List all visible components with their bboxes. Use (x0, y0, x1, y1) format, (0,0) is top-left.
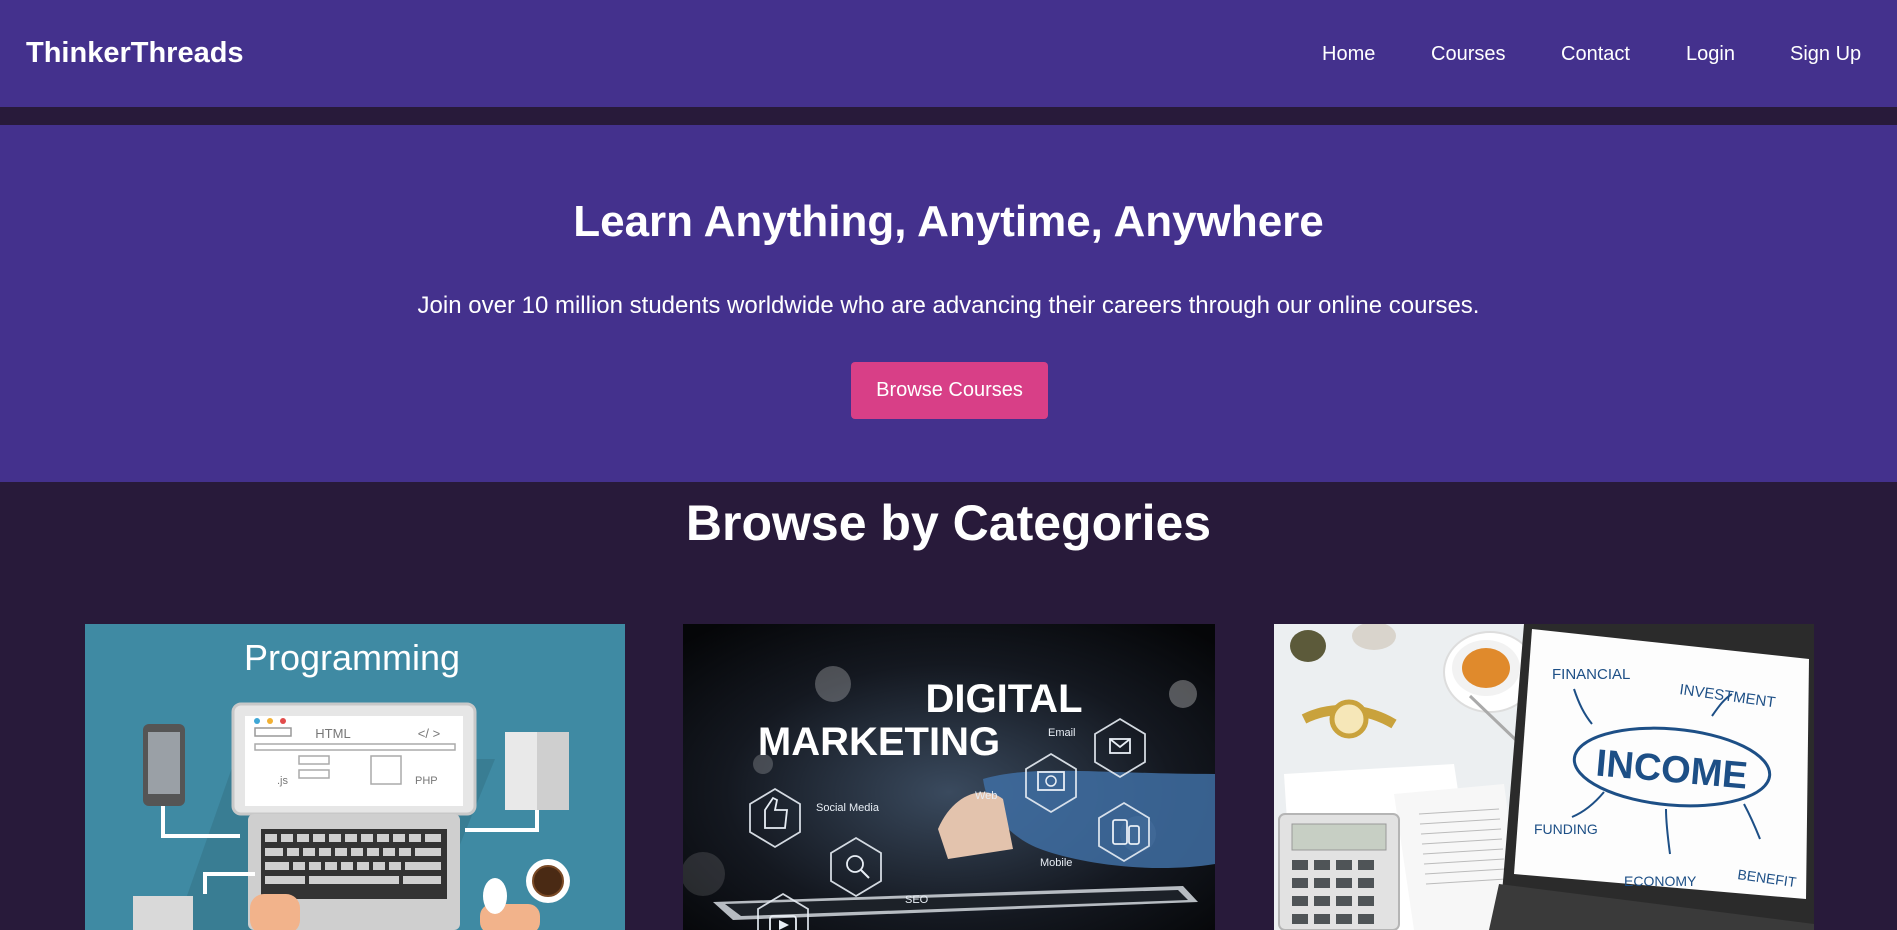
category-card-digital-marketing[interactable]: DIGITAL MARKETING Email Social Media Web… (683, 624, 1215, 930)
svg-text:PHP: PHP (415, 775, 438, 787)
svg-text:SEO: SEO (905, 894, 929, 906)
digital-image-text: DIGITAL (925, 677, 1082, 721)
category-card-programming[interactable]: Programming HTML </ > .js PHP (85, 624, 625, 930)
svg-text:FINANCIAL: FINANCIAL (1552, 666, 1630, 683)
programming-illustration: Programming HTML </ > .js PHP (85, 624, 625, 930)
svg-text:Web: Web (975, 790, 997, 802)
brand-logo[interactable]: ThinkerThreads (26, 37, 244, 70)
svg-text:.js: .js (277, 775, 289, 787)
browse-courses-button[interactable]: Browse Courses (851, 362, 1048, 419)
marketing-image-text: MARKETING (758, 720, 1000, 764)
nav-home[interactable]: Home (1322, 43, 1375, 66)
nav-courses[interactable]: Courses (1431, 43, 1505, 66)
finance-illustration: INCOME FINANCIAL INVESTMENT FUNDING ECON… (1274, 624, 1814, 930)
svg-text:Social Media: Social Media (816, 802, 880, 814)
nav-contact[interactable]: Contact (1561, 43, 1630, 66)
digital-marketing-illustration: DIGITAL MARKETING Email Social Media Web… (683, 624, 1215, 930)
nav-login[interactable]: Login (1686, 43, 1735, 66)
svg-text:Mobile: Mobile (1040, 857, 1072, 869)
programming-image-text: Programming (244, 637, 460, 678)
svg-text:ECONOMY: ECONOMY (1624, 873, 1697, 889)
hero-title: Learn Anything, Anytime, Anywhere (573, 197, 1324, 246)
categories-title: Browse by Categories (685, 495, 1212, 551)
nav-signup[interactable]: Sign Up (1790, 43, 1861, 66)
svg-text:Email: Email (1048, 727, 1076, 739)
navbar: ThinkerThreads Home Courses Contact Logi… (0, 0, 1897, 107)
hero-subtitle: Join over 10 million students worldwide … (417, 292, 1480, 319)
svg-text:FUNDING: FUNDING (1534, 821, 1598, 837)
svg-text:</ >: </ > (418, 726, 440, 741)
category-card-finance[interactable]: INCOME FINANCIAL INVESTMENT FUNDING ECON… (1274, 624, 1814, 930)
svg-text:HTML: HTML (315, 726, 350, 741)
